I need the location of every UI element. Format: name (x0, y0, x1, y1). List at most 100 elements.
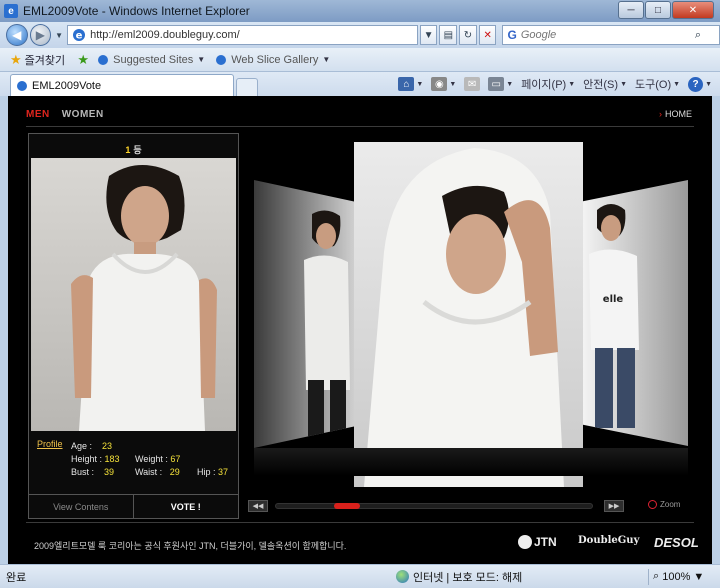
safety-menu-label: 안전(S) (583, 79, 619, 91)
history-dropdown-icon[interactable]: ▼ (55, 31, 63, 40)
profile-link[interactable]: Profile (37, 439, 63, 449)
window-title: EML2009Vote - Windows Internet Explorer (23, 4, 250, 18)
safety-menu[interactable]: 안전(S) ▼ (583, 76, 627, 92)
tab-row: EML2009Vote ⌂ ▼ ◉ ▼ ✉ ▭ ▼ 페이지(P) ▼ 안전(S) ▼ 도구… (0, 72, 720, 96)
nav-women[interactable]: WOMEN (62, 109, 104, 120)
gallery-photo-left[interactable] (254, 180, 354, 448)
chevron-down-icon: ▼ (322, 55, 331, 64)
forward-button[interactable]: ▶ (29, 24, 52, 46)
gallery-slider[interactable] (275, 503, 593, 509)
search-input[interactable] (520, 29, 693, 41)
bust-label: Bust : (71, 467, 95, 477)
tools-menu-label: 도구(O) (635, 79, 672, 91)
slider-thumb[interactable] (334, 503, 360, 509)
stat-weight: Weight : 67 (135, 454, 180, 464)
jtn-logo-text: JTN (534, 535, 557, 549)
rank-label: 1등 (29, 143, 238, 156)
gallery-photo-right[interactable]: elle (583, 180, 688, 446)
feeds-button[interactable]: ◉ ▼ (431, 77, 456, 91)
slider-next-button[interactable]: ▶▶ (604, 500, 624, 512)
waist-label: Waist : (135, 467, 163, 477)
address-dropdown-button[interactable]: ▼ (419, 25, 438, 45)
view-contents-button[interactable]: View Contens (29, 495, 134, 518)
model-photo-right-figure: elle (589, 204, 639, 428)
new-tab-button[interactable] (236, 78, 258, 96)
zoom-button[interactable]: Zoom (648, 500, 680, 509)
height-label: Height : (71, 454, 103, 464)
maximize-button[interactable]: □ (645, 1, 671, 19)
model-photo-figure (71, 165, 217, 431)
home-link[interactable]: › HOME (659, 109, 692, 119)
title-bar: e EML2009Vote - Windows Internet Explore… (0, 0, 720, 22)
status-bar: 완료 인터넷 | 보호 모드: 해제 ⌕ 100% ▼ (0, 564, 720, 588)
address-bar[interactable]: e (67, 25, 418, 45)
zoom-magnifier-icon: ⌕ (653, 570, 663, 582)
doubleguy-logo: DoubleGuy (578, 535, 639, 546)
google-icon: G (507, 28, 517, 42)
address-row: ◀ ▶ ▼ e ▼ ▤ ↻ ✕ G ⌕ (0, 22, 720, 48)
ie-page-icon (98, 54, 109, 65)
rank-number: 1 (125, 145, 131, 155)
desol-logo: DESOL (654, 535, 699, 550)
search-box[interactable]: G ⌕ (502, 25, 720, 45)
back-arrow-icon: ◀ (12, 28, 22, 42)
close-button[interactable]: ✕ (672, 1, 714, 19)
bust-value: 39 (104, 467, 115, 477)
height-value: 183 (104, 454, 120, 464)
suggested-sites-label: Suggested Sites (113, 53, 194, 66)
favorites-button[interactable]: ★ 즐겨찾기 (10, 52, 65, 68)
page-viewport: MEN WOMEN › HOME 1등 Profile Age : 23 Heig… (8, 96, 712, 564)
zone-label: 인터넷 | 보호 모드: 해제 (413, 571, 523, 584)
favorites-bar: ★ 즐겨찾기 ★ Suggested Sites ▼ Web Slice Gal… (0, 48, 720, 72)
slider-prev-button[interactable]: ◀◀ (248, 500, 268, 512)
stop-button[interactable]: ✕ (478, 25, 497, 45)
svg-text:elle: elle (603, 294, 624, 305)
vote-button[interactable]: VOTE ! (134, 495, 239, 518)
nav-men[interactable]: MEN (26, 109, 50, 120)
mail-icon: ✉ (464, 77, 481, 91)
divider (26, 522, 694, 523)
add-favorite-icon[interactable]: ★ (75, 52, 91, 68)
model-photo-left-figure (304, 210, 350, 440)
compatibility-icon: ▤ (443, 29, 454, 41)
web-slice-gallery-link[interactable]: Web Slice Gallery ▼ (215, 54, 330, 66)
model-photo-center-figure (364, 148, 564, 487)
status-text: 완료 (6, 571, 27, 584)
gallery-photo-center[interactable] (354, 142, 583, 487)
tools-menu[interactable]: 도구(O) ▼ (635, 76, 680, 92)
fast-forward-icon: ▶▶ (608, 503, 620, 510)
tab-eml2009vote[interactable]: EML2009Vote (10, 74, 234, 96)
refresh-icon: ↻ (463, 29, 473, 41)
page-menu-label: 페이지(P) (521, 79, 567, 91)
svg-text:e: e (76, 31, 83, 42)
age-label: Age : (71, 441, 93, 451)
stat-waist: Waist : 29 (135, 467, 180, 477)
rewind-icon: ◀◀ (252, 503, 264, 510)
stat-height: Height : 183 (71, 454, 120, 464)
help-button[interactable]: ? ▼ (688, 76, 712, 92)
security-zone[interactable]: 인터넷 | 보호 모드: 해제 (396, 569, 644, 585)
search-icon[interactable]: ⌕ (695, 29, 701, 42)
favorites-label: 즐겨찾기 (24, 54, 66, 67)
suggested-sites-link[interactable]: Suggested Sites ▼ (97, 54, 205, 66)
home-button[interactable]: ⌂ ▼ (398, 77, 423, 91)
stat-bust: Bust : 39 (71, 467, 114, 477)
zoom-level-button[interactable]: ⌕ 100% ▼ (653, 570, 704, 583)
divider (648, 568, 649, 585)
back-button[interactable]: ◀ (6, 24, 28, 46)
gender-nav: MEN WOMEN (26, 109, 104, 120)
ie-page-icon: e (73, 29, 86, 42)
mail-button[interactable]: ✉ (464, 77, 481, 91)
refresh-button[interactable]: ↻ (459, 25, 477, 45)
compatibility-view-button[interactable]: ▤ (439, 25, 458, 45)
window-controls: ─ □ ✕ (617, 1, 714, 19)
weight-label: Weight : (135, 454, 168, 464)
web-slice-gallery-label: Web Slice Gallery (231, 53, 319, 66)
url-input[interactable] (90, 29, 411, 41)
print-button[interactable]: ▭ ▼ (488, 77, 513, 91)
ie-app-icon: e (4, 4, 18, 18)
zoom-label: Zoom (660, 500, 681, 509)
minimize-button[interactable]: ─ (618, 1, 644, 19)
page-menu[interactable]: 페이지(P) ▼ (521, 76, 575, 92)
favorites-star-icon: ★ (10, 51, 22, 67)
